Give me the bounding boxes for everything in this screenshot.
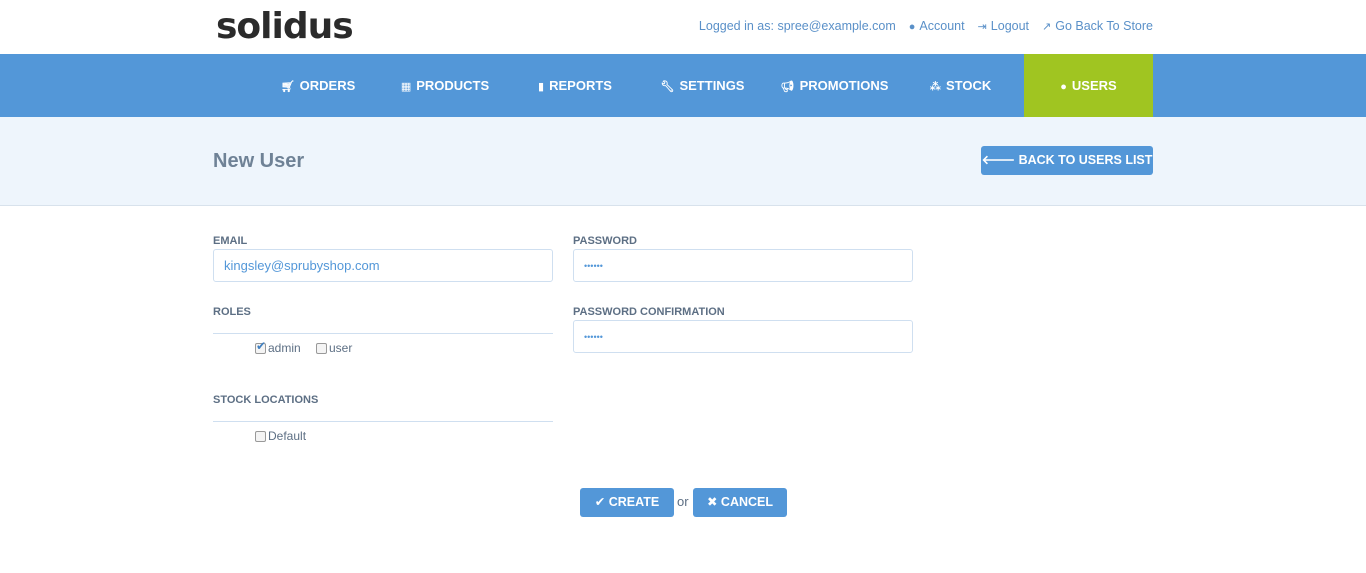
sign-out-icon: ⇥ [977, 21, 987, 33]
external-link-icon: ↗ [1042, 21, 1052, 33]
divider [213, 333, 553, 334]
nav-products[interactable]: ▦ Products [390, 54, 500, 117]
file-icon: ▮ [538, 81, 545, 93]
email-input[interactable] [213, 249, 553, 282]
nav-reports[interactable]: ▮ Reports [525, 54, 625, 117]
nav-orders[interactable]: 🛒︎ Orders [270, 54, 366, 117]
stock-locations-label: Stock Locations [213, 394, 319, 406]
nav-promotions[interactable]: 📢︎ Promotions [772, 54, 897, 117]
wrench-icon: 🔧︎ [660, 81, 675, 93]
user-icon: ● [908, 21, 916, 33]
cubes-icon: ⁂ [929, 81, 941, 93]
divider [213, 421, 553, 422]
roles-label: Roles [213, 306, 251, 318]
grid-icon: ▦ [400, 81, 412, 93]
main-nav: 🛒︎ Orders ▦ Products ▮ Reports 🔧︎ Settings 📢… [0, 54, 1366, 123]
check-icon: ✔ [594, 495, 609, 509]
role-user-checkbox[interactable]: user [316, 341, 352, 355]
email-label: Email [213, 235, 248, 247]
user-icon: ● [1060, 81, 1067, 93]
arrow-left-icon: 🡐 [981, 153, 1019, 167]
page-header: New User 🡐 Back to Users List [0, 117, 1366, 206]
close-icon: ✖ [706, 495, 721, 509]
role-admin-checkbox[interactable]: admin [255, 339, 301, 355]
create-button[interactable]: ✔ Create [580, 488, 674, 517]
nav-stock[interactable]: ⁂ Stock [918, 54, 1003, 117]
top-bar: solidus Logged in as: spree@example.com … [0, 0, 1366, 54]
logout-link[interactable]: ⇥ Logout [978, 19, 1029, 33]
solidus-logo[interactable]: solidus [216, 6, 354, 47]
checkbox-checked[interactable] [255, 339, 266, 354]
logged-in-text: Logged in as: spree@example.com [698, 19, 896, 33]
back-to-users-button[interactable]: 🡐 Back to Users List [981, 146, 1153, 175]
checkbox[interactable] [255, 430, 266, 442]
page-title: New User [213, 150, 305, 172]
password-input[interactable] [573, 249, 913, 282]
checkbox[interactable] [316, 342, 327, 354]
stock-location-default-checkbox[interactable]: Default [255, 429, 306, 443]
nav-users[interactable]: ● Users [1024, 54, 1153, 123]
nav-settings[interactable]: 🔧︎ Settings [650, 54, 755, 117]
password-confirmation-input[interactable] [573, 320, 913, 353]
password-label: Password [573, 235, 637, 247]
password-confirmation-label: Password Confirmation [573, 306, 725, 318]
store-link[interactable]: ↗ Go Back To Store [1042, 19, 1153, 33]
bullhorn-icon: 📢︎ [780, 81, 795, 93]
account-link[interactable]: ● Account [909, 19, 965, 33]
or-text: or [677, 494, 689, 509]
cart-icon: 🛒︎ [280, 81, 295, 93]
cancel-button[interactable]: ✖ Cancel [693, 488, 787, 517]
